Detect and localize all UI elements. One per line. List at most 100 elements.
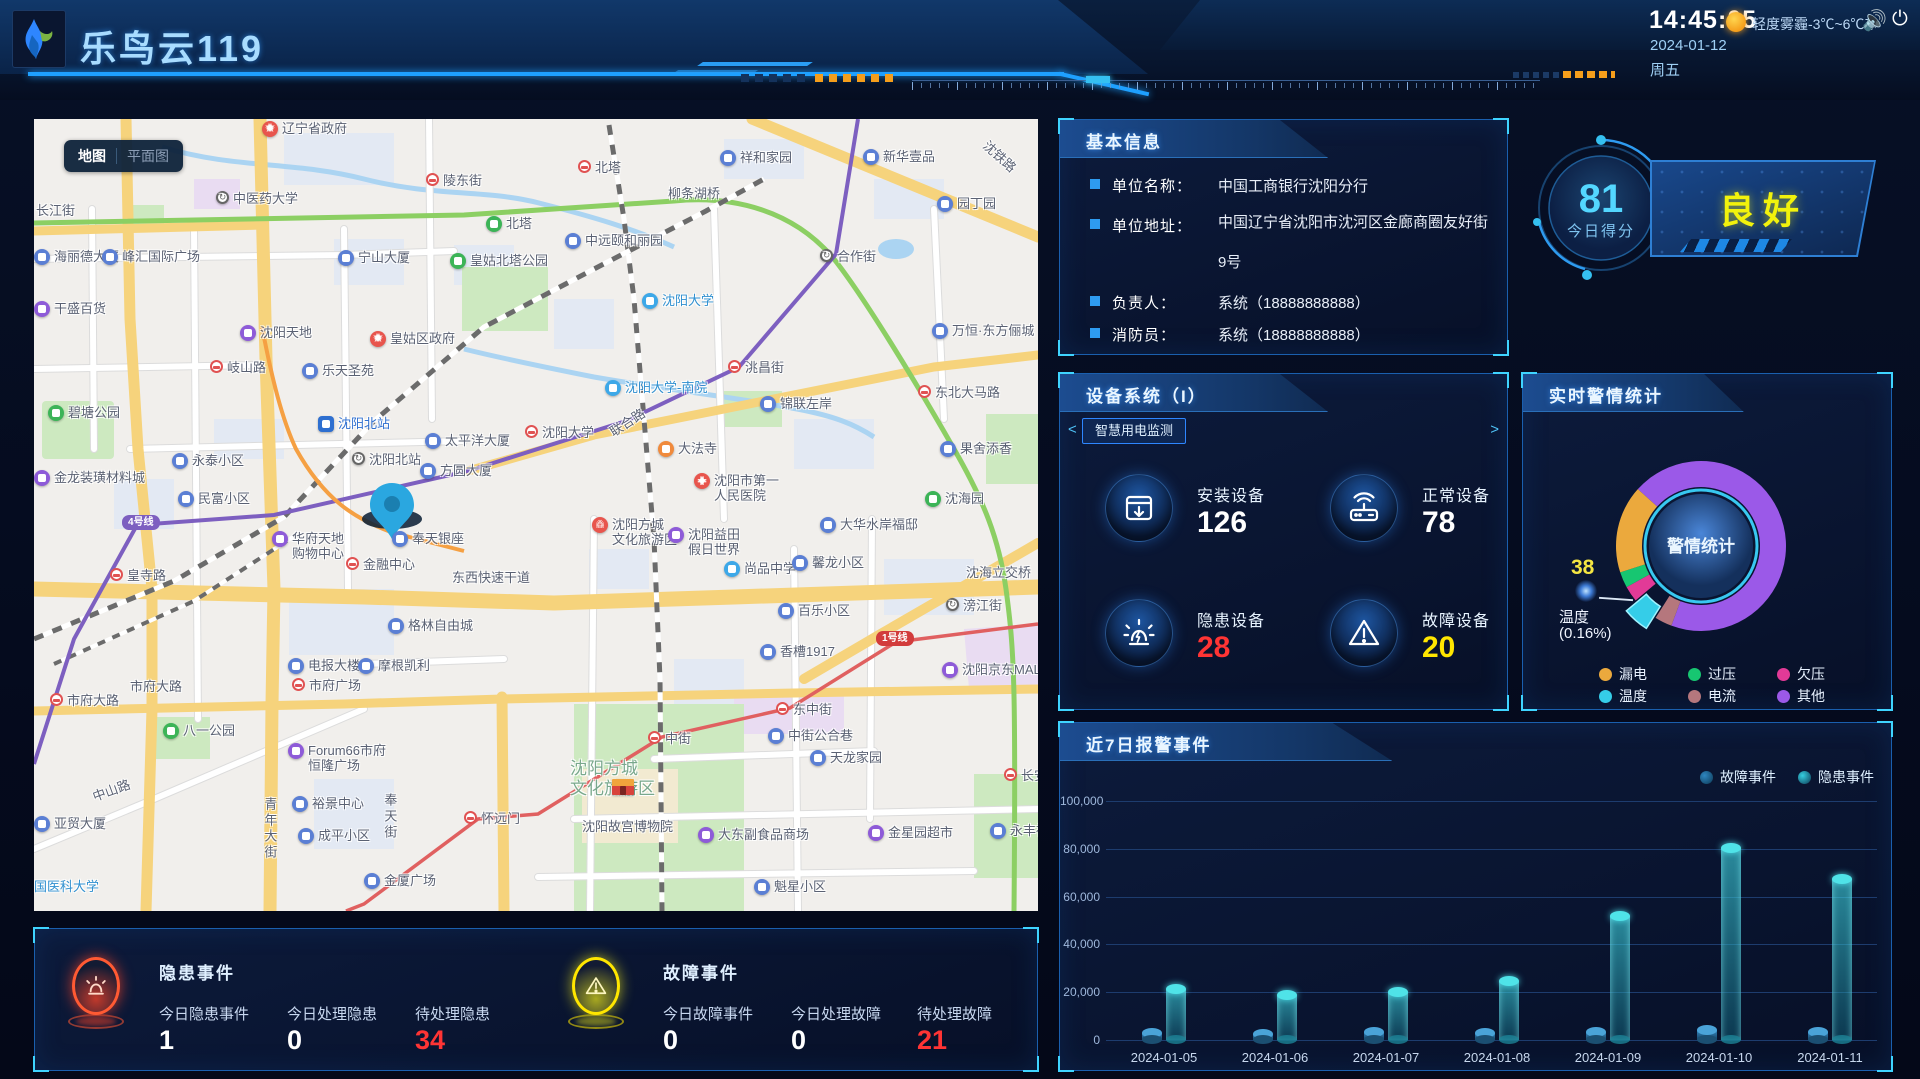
- legend-item-电流[interactable]: 电流: [1688, 686, 1736, 706]
- bar-故障事件-2024-01-09[interactable]: [1586, 1032, 1606, 1040]
- park-icon: [450, 253, 466, 269]
- map-toggle-plan[interactable]: 平面图: [117, 146, 179, 166]
- tab-next-arrow[interactable]: >: [1490, 421, 1499, 438]
- decor-slider[interactable]: [1086, 76, 1110, 83]
- stat-label: 安装设备: [1197, 482, 1265, 506]
- device-system-title: 设备系统（I）: [1086, 382, 1207, 407]
- grade-text: 良好: [1650, 182, 1876, 234]
- map-label: 新华壹品: [863, 149, 935, 165]
- map-label: 电报大楼: [288, 658, 360, 674]
- info-label: 单位地址：: [1112, 215, 1192, 236]
- bar-故障事件-2024-01-11[interactable]: [1808, 1032, 1828, 1040]
- grade-plate: 良好: [1650, 160, 1876, 257]
- bar-隐患事件-2024-01-05[interactable]: [1166, 989, 1186, 1040]
- stat-value: 34: [415, 1025, 445, 1056]
- basic-info-header: 基本信息: [1060, 120, 1507, 158]
- metro-icon: [346, 557, 359, 570]
- building-icon: [392, 531, 408, 547]
- government-icon: [262, 121, 278, 137]
- hospital-icon: [694, 473, 710, 489]
- basic-info-panel: 基本信息 单位名称： 中国工商银行沈阳分行 单位地址： 中国辽宁省沈阳市沈河区金…: [1059, 119, 1508, 355]
- legend-item-漏电[interactable]: 漏电: [1599, 664, 1647, 684]
- map-label: 东西快速干道: [452, 570, 530, 585]
- info-value: 中国辽宁省沈阳市沈河区金廊商圈友好街9号: [1218, 203, 1490, 283]
- x-axis-tick: 2024-01-11: [1775, 1050, 1885, 1065]
- metro-icon: [525, 425, 538, 438]
- stat-value: 28: [1197, 631, 1230, 665]
- bullet-icon: [1090, 328, 1100, 338]
- building-icon: [178, 491, 194, 507]
- city-map[interactable]: 辽宁省政府陵东街中医药大学长江街海丽德大厦峰汇国际广场宁山大厦皇姑北塔公园北塔干…: [34, 119, 1038, 911]
- building-icon: [298, 828, 314, 844]
- tab-smart-power[interactable]: 智慧用电监测: [1082, 418, 1186, 444]
- building-icon: [754, 879, 770, 895]
- decor-squares-orange-right: [1563, 71, 1615, 78]
- map-label: 滂江街: [946, 598, 1002, 613]
- stat-label: 正常设备: [1422, 482, 1490, 506]
- map-view-toggle[interactable]: 地图 平面图: [64, 140, 183, 172]
- park-icon: [163, 723, 179, 739]
- map-label: 沈阳大学-南院: [605, 380, 707, 396]
- chart-legend-故障事件[interactable]: 故障事件: [1700, 767, 1776, 787]
- legend-item-欠压[interactable]: 欠压: [1777, 664, 1825, 684]
- stat-fault: 故障设备 20: [1330, 599, 1540, 709]
- building-icon: [768, 728, 784, 744]
- map-toggle-map[interactable]: 地图: [68, 146, 116, 166]
- hazard-stripes: [1680, 239, 1792, 252]
- chart-legend-隐患事件[interactable]: 隐患事件: [1798, 767, 1874, 787]
- building-icon: [302, 363, 318, 379]
- legend-item-其他[interactable]: 其他: [1777, 686, 1825, 706]
- bar-隐患事件-2024-01-11[interactable]: [1832, 879, 1852, 1040]
- fault-events-title: 故障事件: [663, 959, 739, 984]
- app-title: 乐鸟云119: [80, 20, 264, 72]
- bar-隐患事件-2024-01-08[interactable]: [1499, 981, 1519, 1040]
- map-label: 中街公合巷: [768, 728, 853, 744]
- legend-dot: [1599, 690, 1612, 703]
- bar-故障事件-2024-01-08[interactable]: [1475, 1033, 1495, 1040]
- stat-value: 21: [917, 1025, 947, 1056]
- tab-prev-arrow[interactable]: <: [1068, 421, 1077, 438]
- legend-dot: [1777, 668, 1790, 681]
- power-icon[interactable]: ⏻: [1892, 8, 1908, 31]
- map-label: 宁山大厦: [338, 250, 410, 266]
- map-label: 百乐小区: [778, 603, 850, 619]
- map-label: 沈阳市第一人民医院: [694, 473, 779, 504]
- decor-squares-orange: [815, 74, 899, 82]
- legend-item-温度[interactable]: 温度: [1599, 686, 1647, 706]
- building-icon: [932, 323, 948, 339]
- map-label: 碧塘公园: [48, 405, 120, 421]
- map-label: 沈海园: [925, 491, 984, 507]
- map-label: 大东副食品商场: [698, 827, 809, 843]
- bar-故障事件-2024-01-10[interactable]: [1697, 1030, 1717, 1040]
- metro-icon: [648, 731, 661, 744]
- decor-squares: [741, 74, 811, 82]
- stat-value: 0: [663, 1025, 678, 1056]
- transit-icon: [216, 191, 229, 204]
- basic-info-title: 基本信息: [1086, 128, 1162, 153]
- building-icon: [760, 396, 776, 412]
- bar-故障事件-2024-01-07[interactable]: [1364, 1032, 1384, 1040]
- bar-隐患事件-2024-01-07[interactable]: [1388, 992, 1408, 1040]
- install-device-icon: [1105, 474, 1173, 542]
- stat-value: 126: [1197, 506, 1247, 540]
- logo: [12, 10, 66, 68]
- score-value: 81: [1579, 177, 1624, 221]
- bar-故障事件-2024-01-05[interactable]: [1142, 1033, 1162, 1040]
- gridline: [1106, 992, 1877, 993]
- park-icon: [48, 405, 64, 421]
- metro-icon: [292, 678, 305, 691]
- speaker-icon[interactable]: 🔊: [1862, 8, 1887, 33]
- map-label: 岐山路: [210, 360, 266, 375]
- bar-隐患事件-2024-01-06[interactable]: [1277, 995, 1297, 1040]
- building-icon: [940, 441, 956, 457]
- bar-隐患事件-2024-01-09[interactable]: [1610, 916, 1630, 1040]
- bar-隐患事件-2024-01-10[interactable]: [1721, 848, 1741, 1040]
- shop-icon: [698, 827, 714, 843]
- map-label: 太平洋大厦: [425, 433, 510, 449]
- metro-icon: [728, 360, 741, 373]
- highlight-name: 温度: [1559, 606, 1589, 627]
- map-label: 中山路: [91, 777, 133, 805]
- legend-item-过压[interactable]: 过压: [1688, 664, 1736, 684]
- x-axis-tick: 2024-01-08: [1442, 1050, 1552, 1065]
- bar-故障事件-2024-01-06[interactable]: [1253, 1034, 1273, 1040]
